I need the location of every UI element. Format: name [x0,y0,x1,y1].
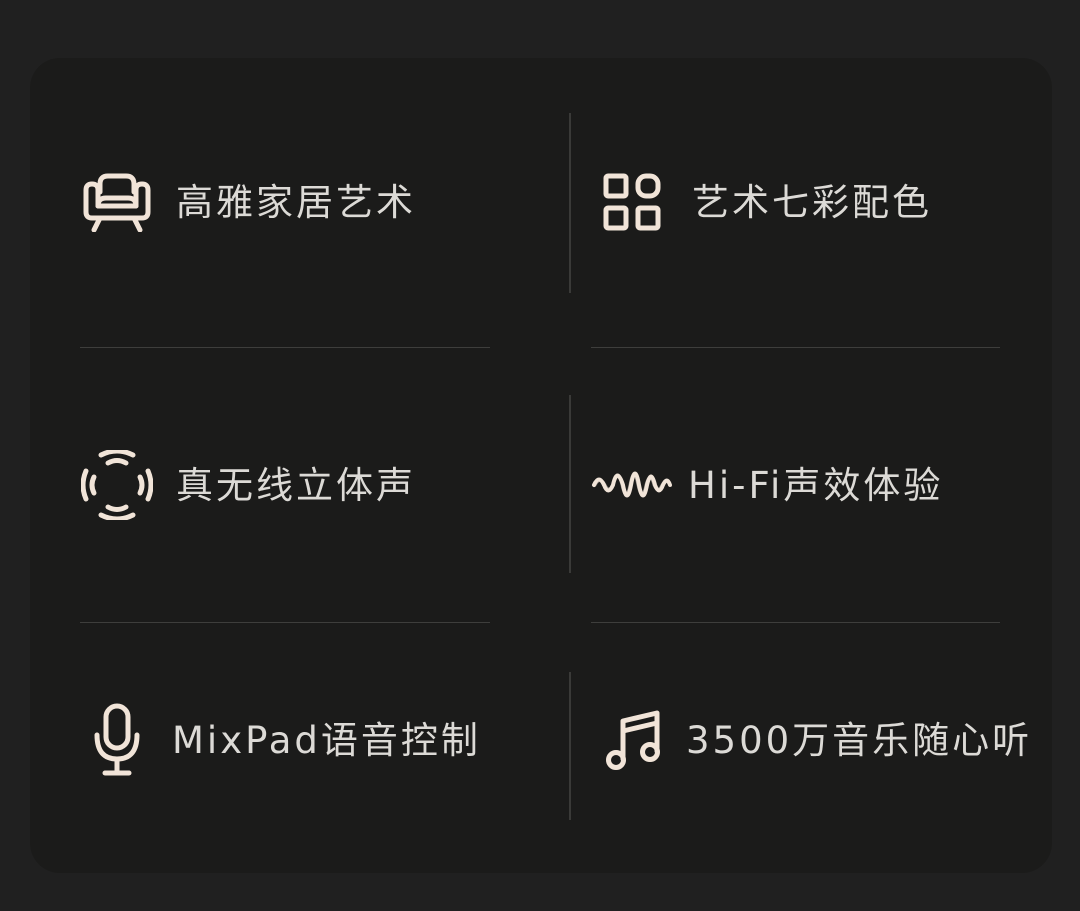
sound-wave-icon [590,460,674,510]
feature-label: 艺术七彩配色 [692,180,932,224]
feature-label: 真无线立体声 [176,463,416,507]
vertical-divider [569,395,571,573]
feature-item-color-palette: 艺术七彩配色 [600,162,932,242]
music-note-icon [602,709,664,771]
grid-squares-icon [600,173,664,231]
horizontal-divider [591,622,1000,623]
feature-label: Hi-Fi声效体验 [688,463,944,507]
surround-sound-icon [78,450,156,520]
sofa-icon [78,172,156,232]
microphone-icon [88,703,146,777]
feature-item-home-art: 高雅家居艺术 [78,162,416,242]
horizontal-divider [80,347,490,348]
vertical-divider [569,113,571,293]
horizontal-divider [80,622,490,623]
feature-card: 高雅家居艺术 艺术七彩配色 真无线立体声 Hi-Fi声效体验 MixPad语音控… [30,58,1052,873]
horizontal-divider [591,347,1000,348]
feature-label: 高雅家居艺术 [176,180,416,224]
feature-label: 3500万音乐随心听 [686,718,1033,762]
feature-item-mixpad-voice-control: MixPad语音控制 [88,700,481,780]
feature-item-true-wireless-stereo: 真无线立体声 [78,445,416,525]
feature-item-hifi-audio: Hi-Fi声效体验 [590,445,943,525]
feature-item-music-library: 3500万音乐随心听 [602,700,1032,780]
vertical-divider [569,672,571,820]
feature-label: MixPad语音控制 [172,718,481,762]
